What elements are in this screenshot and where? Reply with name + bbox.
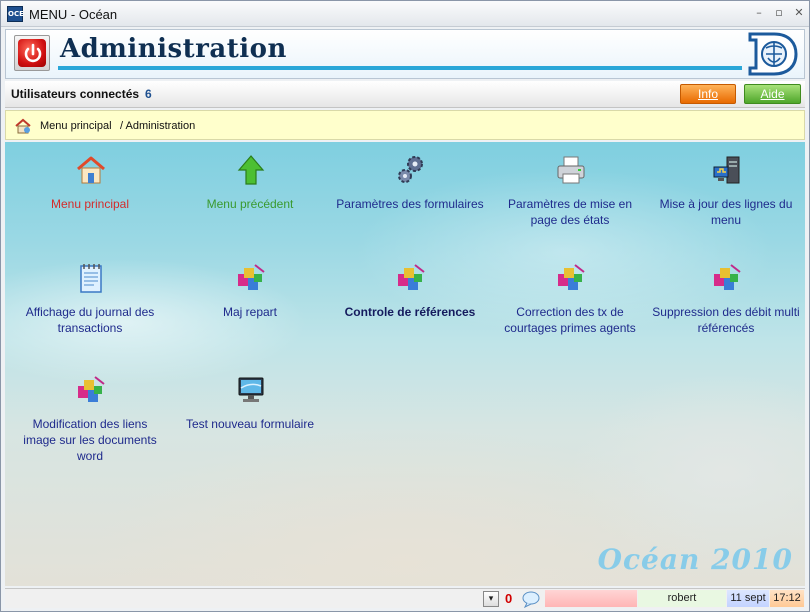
help-button[interactable]: Aide	[744, 84, 801, 104]
package-icon	[238, 264, 265, 290]
page-title: Administration	[60, 34, 287, 64]
messages-icon[interactable]	[521, 590, 541, 608]
package-icon	[714, 264, 741, 290]
page-header: Administration	[5, 29, 805, 79]
app-logo-icon: OCE	[7, 6, 24, 22]
tile-label: Menu principal	[50, 197, 130, 211]
status-date: 11 sept	[727, 590, 769, 607]
home-icon	[77, 156, 105, 184]
menu-area: Menu principal Menu précédent Paramètres…	[5, 142, 805, 586]
tile-label: Correction des tx de courtages primes ag…	[504, 305, 636, 335]
window-title: MENU - Océan	[29, 7, 118, 22]
quit-button[interactable]	[14, 35, 50, 71]
users-bar: Utilisateurs connectés 6 Info Aide	[5, 81, 805, 108]
tile-label: Menu précédent	[206, 197, 294, 211]
breadcrumb: Menu principal / Administration	[5, 110, 805, 140]
maximize-button[interactable]: ▫	[771, 6, 787, 20]
minimize-button[interactable]: –	[751, 6, 767, 20]
tile-label: Modification des liens image sur les doc…	[23, 417, 157, 463]
home-icon[interactable]	[14, 118, 32, 134]
server-icon	[713, 156, 740, 184]
tile-label: Controle de références	[344, 305, 476, 319]
dropdown-button[interactable]: ▾	[483, 591, 499, 607]
tile-label: Maj repart	[222, 305, 278, 319]
printer-icon	[557, 156, 585, 184]
tile-label: Paramètres des formulaires	[336, 197, 484, 211]
monitor-icon	[238, 377, 264, 402]
connected-users-label: Utilisateurs connectés	[11, 87, 140, 101]
breadcrumb-home-link[interactable]: Menu principal	[40, 120, 112, 132]
package-icon	[398, 264, 425, 290]
status-user: robert	[638, 590, 726, 607]
title-bar: OCE MENU - Océan – ▫ ✕	[1, 1, 809, 27]
brand-watermark: Océan 2010	[597, 543, 793, 576]
app-window: OCE MENU - Océan – ▫ ✕ Administration Ut…	[0, 0, 810, 612]
connected-users-count: 6	[145, 87, 152, 101]
status-bar: ▾ 0 robert 11 sept 17:12	[5, 588, 805, 608]
package-icon	[558, 264, 585, 290]
info-button[interactable]: Info	[680, 84, 736, 104]
company-logo-icon	[748, 32, 798, 76]
alert-count: 0	[505, 591, 513, 606]
status-time: 17:12	[770, 590, 804, 607]
status-segment-empty	[545, 590, 637, 607]
power-symbol-icon	[24, 43, 42, 63]
gears-icon	[398, 156, 423, 183]
close-button[interactable]: ✕	[791, 6, 807, 20]
tile-label: Paramètres de mise en page des états	[507, 197, 633, 227]
tile-label: Mise à jour des lignes du menu	[659, 197, 793, 227]
package-icon	[78, 376, 105, 402]
tile-label: Test nouveau formulaire	[185, 417, 315, 431]
breadcrumb-current: / Administration	[120, 120, 196, 132]
up-arrow-icon	[237, 155, 265, 185]
tile-label: Suppression des débit multi référencés	[652, 305, 800, 335]
notepad-icon	[80, 264, 102, 293]
title-underline	[58, 66, 742, 70]
tile-label: Affichage du journal des transactions	[25, 305, 155, 335]
